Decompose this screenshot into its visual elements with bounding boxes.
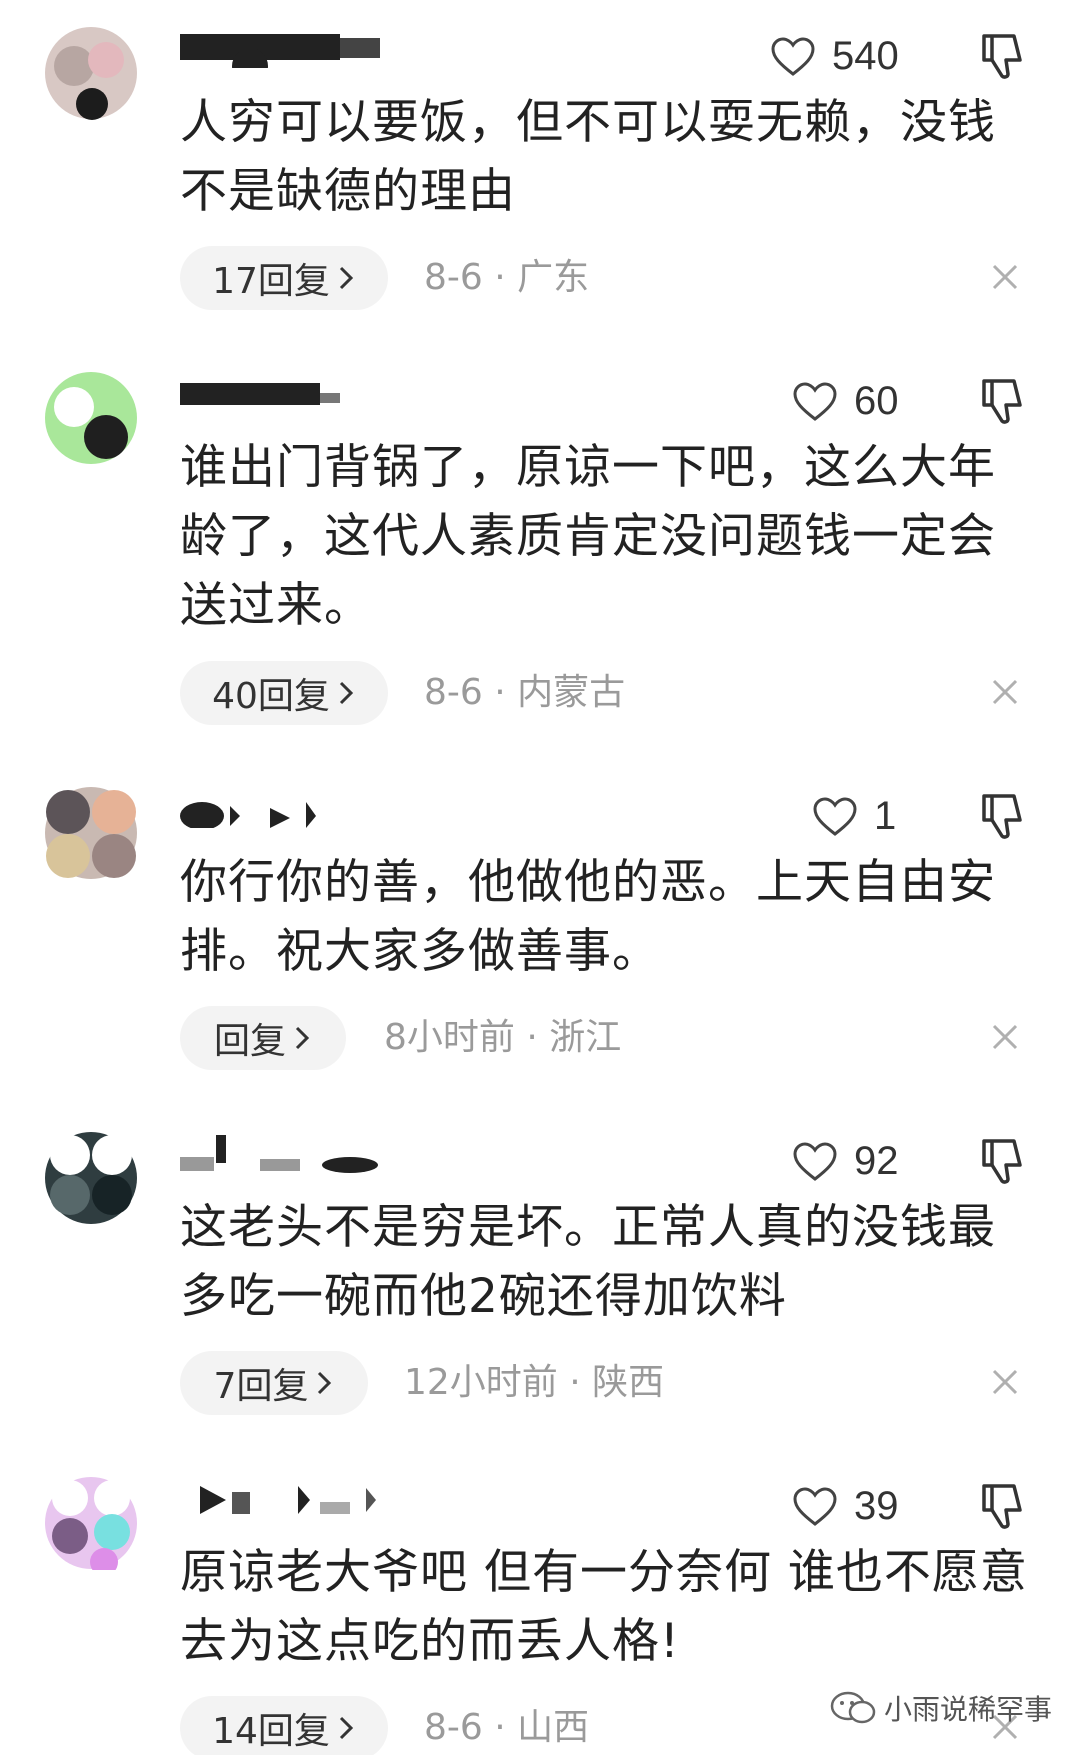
chevron-right-icon	[336, 1713, 356, 1743]
avatar[interactable]	[44, 26, 138, 120]
reply-button[interactable]: 7回复	[180, 1351, 368, 1415]
avatar[interactable]	[44, 371, 138, 465]
reply-label: 回复	[213, 1021, 286, 1062]
comment-text: 你行你的善，他做他的恶。上天自由安排。祝大家多做善事。	[180, 855, 996, 979]
username-obscured[interactable]	[180, 788, 380, 828]
close-icon[interactable]	[990, 677, 1020, 707]
chevron-right-icon	[336, 263, 356, 293]
comment-meta: 8小时前 · 浙江	[384, 1017, 622, 1058]
watermark-text: 小雨说稀罕事	[884, 1693, 1053, 1726]
comment-meta: 12小时前 · 陕西	[404, 1362, 665, 1403]
comment-meta: 8-6 · 广东	[424, 257, 590, 298]
avatar[interactable]	[44, 1476, 138, 1570]
comment-text: 原谅老大爷吧 但有一分奈何 谁也不愿意去为这点吃的而丢人格!	[180, 1545, 1028, 1669]
chevron-right-icon	[292, 1023, 312, 1053]
watermark: 小雨说稀罕事	[830, 1688, 1052, 1728]
avatar[interactable]	[44, 786, 138, 880]
reply-label: 17回复	[212, 261, 330, 302]
username-obscured[interactable]	[180, 373, 380, 413]
comment-meta: 8-6 · 内蒙古	[424, 672, 626, 713]
comment-item: 540 人穷可以要饭，但不可以耍无赖，没钱不是缺德的理由 17回复 8-6 · …	[0, 0, 1080, 320]
reply-button[interactable]: 回复	[180, 1006, 346, 1070]
close-icon[interactable]	[990, 1022, 1020, 1052]
reply-button[interactable]: 14回复	[180, 1696, 388, 1755]
heart-outline-icon[interactable]	[792, 381, 838, 423]
reply-label: 40回复	[212, 676, 330, 717]
heart-outline-icon[interactable]	[812, 796, 858, 838]
comment-item: 60 谁出门背锅了，原谅一下吧，这么大年龄了，这代人素质肯定没问题钱一定会送过来…	[0, 345, 1080, 725]
heart-outline-icon[interactable]	[770, 36, 816, 78]
thumbs-down-icon[interactable]	[980, 1480, 1026, 1530]
reply-button[interactable]: 17回复	[180, 246, 388, 310]
close-icon[interactable]	[990, 262, 1020, 292]
username-obscured[interactable]	[180, 1133, 380, 1173]
chevron-right-icon	[336, 678, 356, 708]
reply-label: 14回复	[212, 1711, 330, 1752]
thumbs-down-icon[interactable]	[980, 790, 1026, 840]
wechat-icon	[830, 1690, 876, 1726]
thumbs-down-icon[interactable]	[980, 375, 1026, 425]
like-count: 39	[854, 1484, 899, 1528]
reply-label: 7回复	[213, 1366, 309, 1407]
like-count: 92	[854, 1139, 899, 1183]
heart-outline-icon[interactable]	[792, 1141, 838, 1183]
like-count: 1	[874, 794, 897, 838]
comment-meta: 8-6 · 山西	[424, 1707, 590, 1748]
close-icon[interactable]	[990, 1367, 1020, 1397]
avatar[interactable]	[44, 1131, 138, 1225]
like-count: 540	[832, 34, 899, 78]
username-obscured[interactable]	[180, 1478, 380, 1518]
heart-outline-icon[interactable]	[792, 1486, 838, 1528]
reply-button[interactable]: 40回复	[180, 661, 388, 725]
comment-text: 人穷可以要饭，但不可以耍无赖，没钱不是缺德的理由	[180, 95, 996, 219]
thumbs-down-icon[interactable]	[980, 30, 1026, 80]
comment-item: 92 这老头不是穷是坏。正常人真的没钱最多吃一碗而他2碗还得加饮料 7回复 12…	[0, 1105, 1080, 1415]
comment-text: 这老头不是穷是坏。正常人真的没钱最多吃一碗而他2碗还得加饮料	[180, 1200, 996, 1324]
comment-list: 540 人穷可以要饭，但不可以耍无赖，没钱不是缺德的理由 17回复 8-6 · …	[0, 0, 1080, 1755]
comment-item: 1 你行你的善，他做他的恶。上天自由安排。祝大家多做善事。 回复 8小时前 · …	[0, 760, 1080, 1070]
username-obscured[interactable]	[180, 28, 380, 68]
comment-text: 谁出门背锅了，原谅一下吧，这么大年龄了，这代人素质肯定没问题钱一定会送过来。	[180, 440, 996, 633]
chevron-right-icon	[314, 1368, 334, 1398]
like-count: 60	[854, 379, 899, 423]
thumbs-down-icon[interactable]	[980, 1135, 1026, 1185]
